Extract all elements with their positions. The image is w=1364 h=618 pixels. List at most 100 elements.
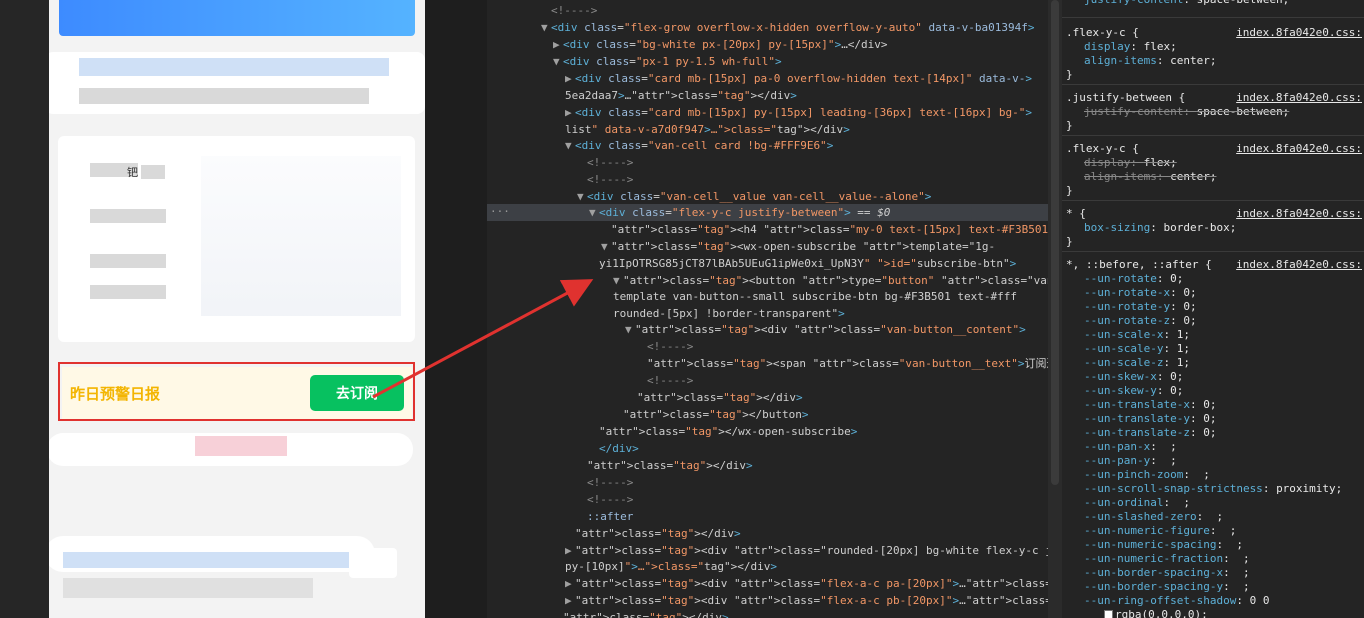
dom-node-line[interactable]: ▼ "attr">class="tag"><div "attr">class="v… (625, 321, 1026, 338)
elements-scrollbar[interactable] (1048, 0, 1062, 618)
dom-node-line[interactable]: ▶ <div class="bg-white px-[20px] py-[15px… (553, 36, 888, 53)
expand-toggle-icon: ▶ (565, 72, 572, 85)
rule-divider (1062, 17, 1364, 18)
dom-node-line[interactable]: <!----> (587, 171, 633, 188)
dom-node-line[interactable]: ::after (587, 508, 633, 525)
style-declaration[interactable]: justify-content: space-between; (1084, 0, 1289, 7)
expand-toggle-icon: ▶ (553, 38, 560, 51)
style-declaration[interactable]: --un-scale-x: 1; (1084, 328, 1190, 342)
style-declaration[interactable]: --un-numeric-fraction: ; (1084, 552, 1250, 566)
dom-node-line[interactable]: ▶ <div class="card mb-[15px] py-[15px] le… (565, 104, 1032, 121)
dom-node-line[interactable]: ▼ <div class="van-cell card !bg-#FFF9E6"> (565, 137, 833, 154)
style-declaration[interactable]: --un-rotate-y: 0; (1084, 300, 1197, 314)
style-declaration[interactable]: --un-skew-y: 0; (1084, 384, 1183, 398)
dom-node-line[interactable]: ▼ "attr">class="tag"><wx-open-subscribe "… (601, 238, 995, 255)
stylesheet-link[interactable]: index.8fa042e0.css: (1236, 207, 1362, 221)
dom-node-line[interactable]: </div> (599, 440, 639, 457)
rule-close: } (1066, 119, 1073, 132)
more-options-icon[interactable]: ··· (490, 205, 510, 218)
dom-node-line[interactable]: 5ea2daa7>…"attr">class="tag"></div> (565, 87, 797, 104)
dom-node-line[interactable]: "attr">class="tag"></button> (623, 406, 808, 423)
style-declaration[interactable]: align-items: center; (1084, 54, 1216, 68)
dom-node-line[interactable]: <!----> (587, 491, 633, 508)
style-declaration[interactable]: --un-ordinal: ; (1084, 496, 1190, 510)
style-declaration[interactable]: box-sizing: border-box; (1084, 221, 1236, 235)
stylesheet-link[interactable]: index.8fa042e0.css: (1236, 91, 1362, 105)
rule-divider (1062, 251, 1364, 252)
dom-node-line[interactable]: rounded-[5px] !border-transparent"> (613, 305, 845, 322)
expand-toggle-icon: ▼ (613, 274, 620, 287)
style-declaration[interactable]: --un-rotate-x: 0; (1084, 286, 1197, 300)
style-declaration[interactable]: --un-translate-z: 0; (1084, 426, 1216, 440)
top-banner (59, 0, 415, 36)
dom-node-line[interactable]: "attr">class="tag"></div> (587, 457, 753, 474)
style-declaration[interactable]: --un-scale-z: 1; (1084, 356, 1190, 370)
blurred-text (63, 552, 363, 568)
dom-node-line[interactable]: <!----> (587, 474, 633, 491)
dom-node-line[interactable]: ▶ "attr">class="tag"><div "attr">class="f… (565, 575, 1048, 592)
dom-node-line[interactable]: ▶ "attr">class="tag"><div "attr">class="f… (565, 592, 1048, 609)
dom-node-line[interactable]: list" data-v-a7d0f947>…">class="tag"></d… (565, 121, 850, 138)
dom-node-line[interactable]: ▼ <div class="px-1 py-1.5 wh-full"> (553, 53, 782, 70)
dom-node-line[interactable]: "attr">class="tag"><span "attr">class="v… (647, 355, 1048, 372)
search-button[interactable] (349, 548, 397, 578)
style-declaration[interactable]: --un-numeric-spacing: ; (1084, 538, 1243, 552)
css-selector[interactable]: .flex-y-c { (1066, 142, 1139, 156)
dom-node-line[interactable]: <!----> (551, 2, 597, 19)
style-declaration[interactable]: display: flex; (1084, 40, 1177, 54)
dom-node-line[interactable]: ▼ <div class="van-cell__value van-cell__v… (577, 188, 931, 205)
style-declaration[interactable]: --un-numeric-figure: ; (1084, 524, 1236, 538)
expand-toggle-icon: ▼ (553, 55, 560, 68)
style-declaration[interactable]: --un-rotate: 0; (1084, 272, 1183, 286)
expand-toggle-icon: ▼ (601, 240, 608, 253)
style-declaration[interactable]: --un-pan-x: ; (1084, 440, 1177, 454)
style-declaration[interactable]: --un-slashed-zero: ; (1084, 510, 1223, 524)
css-selector[interactable]: .flex-y-c { (1066, 26, 1139, 40)
style-declaration[interactable]: rgba(0,0,0,0); (1104, 608, 1208, 618)
style-declaration[interactable]: --un-ring-offset-shadow: 0 0 (1084, 594, 1269, 608)
style-declaration[interactable]: display: flex; (1084, 156, 1177, 170)
dom-node-line[interactable]: "attr">class="tag"></div> (563, 609, 729, 618)
color-swatch-icon (1104, 610, 1113, 618)
blurred-text (90, 285, 166, 299)
dom-node-line[interactable]: "attr">class="tag"><h4 "attr">class="my-… (611, 221, 1048, 238)
style-declaration[interactable]: align-items: center; (1084, 170, 1216, 184)
style-declaration[interactable]: --un-border-spacing-y: ; (1084, 580, 1250, 594)
stylesheet-link[interactable]: index.8fa042e0.css: (1236, 26, 1362, 40)
selected-dom-node[interactable]: ▼ <div class="flex-y-c justify-between"> … (487, 204, 1048, 221)
style-declaration[interactable]: --un-translate-y: 0; (1084, 412, 1216, 426)
dom-node-line[interactable]: "attr">class="tag"></div> (575, 525, 741, 542)
style-declaration[interactable]: --un-border-spacing-x: ; (1084, 566, 1250, 580)
elements-panel[interactable]: <!----> ▼ <div class="flex-grow overflow-x… (487, 0, 1048, 618)
style-declaration[interactable]: --un-translate-x: 0; (1084, 398, 1216, 412)
style-declaration[interactable]: --un-scale-y: 1; (1084, 342, 1190, 356)
dom-node-line[interactable]: ▶ <div class="card mb-[15px] pa-0 overflo… (565, 70, 1032, 87)
expand-toggle-icon: ▼ (565, 139, 572, 152)
style-declaration[interactable]: --un-pinch-zoom: ; (1084, 468, 1210, 482)
css-selector[interactable]: * { (1066, 207, 1086, 221)
dom-node-line[interactable]: <!----> (647, 372, 693, 389)
dom-node-line[interactable]: "attr">class="tag"></wx-open-subscribe> (599, 423, 857, 440)
css-selector[interactable]: .justify-between { (1066, 91, 1185, 105)
scrollbar-thumb[interactable] (1051, 0, 1059, 485)
stylesheet-link[interactable]: index.8fa042e0.css: (1236, 142, 1362, 156)
dom-node-line[interactable]: "attr">class="tag"></div> (637, 389, 803, 406)
style-declaration[interactable]: justify-content: space-between; (1084, 105, 1289, 119)
css-selector[interactable]: *, ::before, ::after { (1066, 258, 1212, 272)
style-declaration[interactable]: --un-pan-y: ; (1084, 454, 1177, 468)
dom-node-line[interactable]: <!----> (587, 154, 633, 171)
rule-divider (1062, 84, 1364, 85)
styles-panel[interactable]: justify-content: space-between; .flex-y-c… (1062, 0, 1364, 618)
expand-toggle-icon: ▼ (577, 190, 584, 203)
style-declaration[interactable]: --un-rotate-z: 0; (1084, 314, 1197, 328)
stylesheet-link[interactable]: index.8fa042e0.css: (1236, 258, 1362, 272)
dom-node-line[interactable]: py-[10px]">…">class="tag"></div> (565, 558, 777, 575)
dom-node-line[interactable]: template van-button--small subscribe-btn… (613, 288, 1017, 305)
style-declaration[interactable]: --un-skew-x: 0; (1084, 370, 1183, 384)
style-declaration[interactable]: --un-scroll-snap-strictness: proximity; (1084, 482, 1342, 496)
dom-node-line[interactable]: ▼ "attr">class="tag"><button "attr">type=… (613, 272, 1048, 289)
dom-node-line[interactable]: ▼ <div class="flex-grow overflow-x-hidden… (541, 19, 1034, 36)
dom-node-line[interactable]: ▶ "attr">class="tag"><div "attr">class="r… (565, 542, 1048, 559)
dom-node-line[interactable]: <!----> (647, 338, 693, 355)
dom-node-line[interactable]: yi1IpOTRSG85jCT87lBAb5UEuG1ipWe0xi_UpN3Y… (599, 255, 1016, 272)
